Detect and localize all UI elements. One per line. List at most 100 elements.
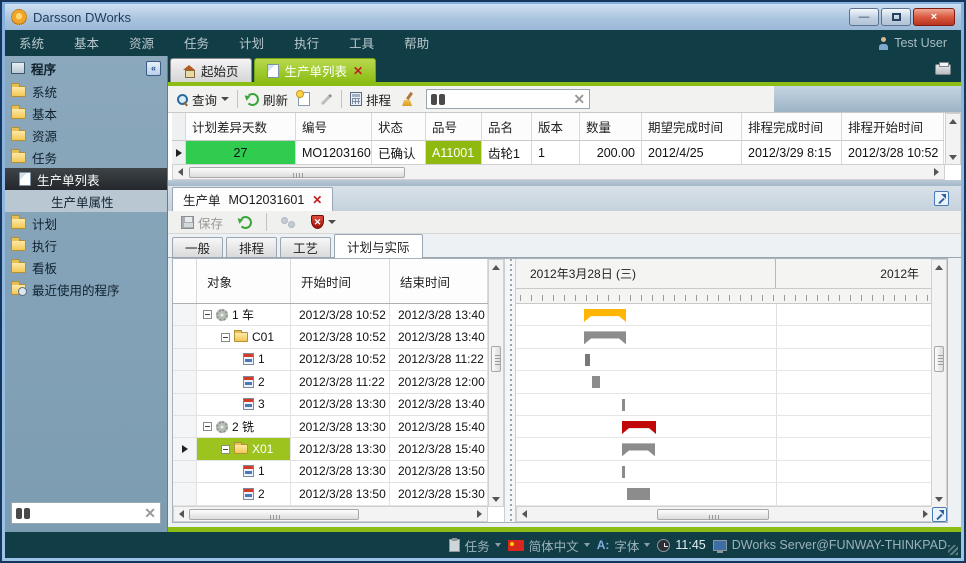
- menu-item-基本[interactable]: 基本: [74, 37, 99, 51]
- gantt-summary-bar[interactable]: [622, 421, 656, 434]
- tree-object-cell[interactable]: X01: [197, 438, 291, 459]
- scroll-down-icon[interactable]: [932, 492, 946, 506]
- sidebar-item-系统[interactable]: 系统: [5, 80, 167, 102]
- status-item-flag[interactable]: 简体中文: [508, 536, 590, 555]
- tab-生产单列表[interactable]: 生产单列表✕: [254, 58, 377, 82]
- gantt-vscrollbar[interactable]: [931, 259, 947, 507]
- printer-icon[interactable]: [935, 64, 951, 75]
- hierarchy-button[interactable]: [276, 211, 300, 233]
- tab-工艺[interactable]: 工艺: [280, 237, 331, 257]
- status-item-monitor[interactable]: DWorks Server@FUNWAY-THINKPAD: [713, 538, 947, 552]
- scroll-down-icon[interactable]: [489, 492, 503, 506]
- sidebar-item-执行[interactable]: 执行: [5, 234, 167, 256]
- scrollbar-thumb[interactable]: [657, 509, 769, 520]
- menu-item-帮助[interactable]: 帮助: [404, 37, 429, 51]
- sidebar-item-最近使用的程序[interactable]: 最近使用的程序: [5, 278, 167, 300]
- collapse-toggle-icon[interactable]: [203, 422, 212, 431]
- tree-object-cell[interactable]: 1: [197, 461, 291, 482]
- gantt-task-bar[interactable]: [622, 466, 625, 478]
- gantt-summary-bar[interactable]: [622, 443, 655, 456]
- toolbar-search-input[interactable]: [445, 92, 569, 106]
- gantt-summary-bar[interactable]: [584, 309, 626, 322]
- scroll-down-icon[interactable]: [946, 150, 960, 164]
- tree-object-cell[interactable]: 1: [197, 349, 291, 370]
- tree-row-1[interactable]: 12012/3/28 10:522012/3/28 11:22: [173, 349, 488, 371]
- clear-search-icon[interactable]: ✕: [144, 506, 156, 520]
- tree-object-cell[interactable]: 3: [197, 394, 291, 415]
- popout-icon[interactable]: [932, 507, 947, 522]
- orders-hscrollbar[interactable]: [172, 164, 945, 180]
- tab-起始页[interactable]: 起始页: [170, 58, 252, 82]
- menu-item-资源[interactable]: 资源: [129, 37, 154, 51]
- tree-object-cell[interactable]: 2: [197, 371, 291, 392]
- scroll-right-icon[interactable]: [929, 165, 944, 179]
- tree-object-cell[interactable]: C01: [197, 326, 291, 347]
- gantt-task-bar[interactable]: [592, 376, 600, 388]
- collapse-toggle-icon[interactable]: [203, 310, 212, 319]
- sidebar-item-计划[interactable]: 计划: [5, 212, 167, 234]
- sidebar-collapse-button[interactable]: «: [146, 61, 161, 76]
- close-icon[interactable]: ✕: [312, 193, 322, 207]
- menu-item-任务[interactable]: 任务: [184, 37, 209, 51]
- pane-splitter[interactable]: [504, 259, 516, 522]
- tree-object-cell[interactable]: 2: [197, 483, 291, 504]
- sidebar-item-生产单属性[interactable]: 生产单属性: [5, 190, 167, 212]
- sidebar-item-看板[interactable]: 看板: [5, 256, 167, 278]
- tree-vscrollbar[interactable]: [488, 259, 504, 507]
- refresh-button[interactable]: 刷新: [241, 88, 293, 110]
- scrollbar-thumb[interactable]: [934, 346, 944, 372]
- popout-icon[interactable]: [934, 191, 949, 206]
- gantt-summary-bar[interactable]: [584, 331, 626, 344]
- tree-row-1 车[interactable]: 1 车2012/3/28 10:522012/3/28 13:40: [173, 304, 488, 326]
- new-button[interactable]: [293, 88, 315, 110]
- orders-vscrollbar[interactable]: [945, 113, 961, 165]
- scroll-left-icon[interactable]: [174, 507, 189, 521]
- detail-tab[interactable]: 生产单 MO12031601 ✕: [172, 187, 333, 211]
- menu-item-系统[interactable]: 系统: [19, 37, 44, 51]
- scrollbar-thumb[interactable]: [189, 509, 359, 520]
- collapse-toggle-icon[interactable]: [221, 333, 230, 342]
- save-button[interactable]: 保存: [176, 211, 228, 233]
- query-button[interactable]: 查询: [172, 88, 234, 110]
- minimize-button[interactable]: —: [849, 8, 879, 26]
- sidebar-item-资源[interactable]: 资源: [5, 124, 167, 146]
- gantt-task-bar[interactable]: [622, 399, 625, 411]
- status-item-clock[interactable]: 11:45: [657, 538, 705, 552]
- scroll-up-icon[interactable]: [932, 260, 946, 274]
- tree-row-C01[interactable]: C012012/3/28 10:522012/3/28 13:40: [173, 326, 488, 348]
- sidebar-item-基本[interactable]: 基本: [5, 102, 167, 124]
- tree-row-X01[interactable]: X012012/3/28 13:302012/3/28 15:40: [173, 438, 488, 460]
- security-button[interactable]: ✕: [306, 211, 341, 233]
- gantt-task-bar[interactable]: [627, 488, 650, 500]
- scroll-left-icon[interactable]: [517, 507, 532, 521]
- scrollbar-thumb[interactable]: [491, 346, 501, 372]
- refresh-detail-button[interactable]: [234, 211, 257, 233]
- tree-row-2 铣[interactable]: 2 铣2012/3/28 13:302012/3/28 15:40: [173, 416, 488, 438]
- status-item-clipboard[interactable]: 任务: [449, 536, 501, 555]
- tree-row-1[interactable]: 12012/3/28 13:302012/3/28 13:50: [173, 461, 488, 483]
- tree-row-2[interactable]: 22012/3/28 11:222012/3/28 12:00: [173, 371, 488, 393]
- close-icon[interactable]: ✕: [353, 64, 363, 78]
- user-area[interactable]: Test User: [878, 36, 947, 50]
- scroll-up-icon[interactable]: [946, 114, 960, 128]
- maximize-button[interactable]: [881, 8, 911, 26]
- sidebar-item-任务[interactable]: 任务: [5, 146, 167, 168]
- clean-button[interactable]: [396, 88, 420, 110]
- tree-object-cell[interactable]: 2 铣: [197, 416, 291, 437]
- menu-item-计划[interactable]: 计划: [239, 37, 264, 51]
- tree-row-3[interactable]: 32012/3/28 13:302012/3/28 13:40: [173, 394, 488, 416]
- orders-table-row[interactable]: 27MO12031601已确认A11001齿轮11200.002012/4/25…: [172, 141, 944, 165]
- scroll-up-icon[interactable]: [489, 260, 503, 274]
- status-item-font[interactable]: A:字体: [597, 536, 651, 555]
- resize-grip-icon[interactable]: [948, 545, 958, 555]
- scrollbar-thumb[interactable]: [189, 167, 405, 178]
- edit-button[interactable]: [315, 88, 338, 110]
- tab-排程[interactable]: 排程: [226, 237, 277, 257]
- collapse-toggle-icon[interactable]: [221, 445, 230, 454]
- clear-search-icon[interactable]: ✕: [573, 92, 585, 106]
- tree-row-2[interactable]: 22012/3/28 13:502012/3/28 15:30: [173, 483, 488, 505]
- tab-一般[interactable]: 一般: [172, 237, 223, 257]
- scroll-right-icon[interactable]: [472, 507, 487, 521]
- gantt-task-bar[interactable]: [585, 354, 590, 366]
- tab-计划与实际[interactable]: 计划与实际: [334, 234, 423, 258]
